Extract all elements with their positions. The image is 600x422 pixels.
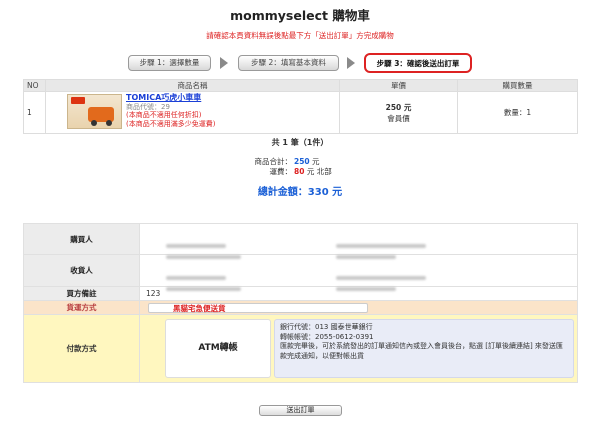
page-title: mommyselect 購物車 — [230, 8, 370, 23]
receiver-row: 收貨人 — [23, 254, 578, 291]
payment-method-row: 付款方式 ATM轉帳 銀行代號：013 國泰世華銀行 轉帳帳號：2055-061… — [23, 314, 578, 383]
confirm-notice: 請確認本頁資料無誤後點最下方「送出訂單」方完成購物 — [206, 31, 394, 40]
bank-note: 匯款完畢後，可於系統發出的訂單通知信內或登入會員後台，點選 [訂單後續連結] 來… — [280, 342, 563, 360]
item-price-note: 會員價 — [387, 113, 410, 123]
buyer-info-redacted — [139, 223, 578, 259]
grand-total: 總計金額：330 元 — [257, 187, 343, 198]
step-3: 步驟 3：確認後送出訂單 — [364, 53, 472, 73]
payment-method-cell: ATM轉帳 銀行代號：013 國泰世華銀行 轉帳帳號：2055-0612-039… — [139, 314, 578, 383]
item-price: 250 元 — [385, 102, 412, 112]
item-count: 共 1 筆（1件） — [271, 138, 329, 147]
shipping-method-cell: 黑貓宅急便送貨 — [139, 300, 578, 315]
cart-table: NO 商品名稱 單價 購買數量 1 TOMICA巧虎小車車 商品代號：29 (本… — [23, 79, 578, 134]
item-name-cell: TOMICA巧虎小車車 商品代號：29 (本商品不適用任何折扣) (本商品不適用… — [45, 91, 340, 134]
subtotal-unit: 元 — [309, 157, 320, 166]
receiver-info-redacted — [139, 254, 578, 291]
bank-account: 轉帳帳號：2055-0612-0391 — [280, 332, 374, 341]
buyer-note-row: 買方備註 123 — [23, 286, 578, 301]
shipping-method-label: 貨運方式 — [23, 300, 140, 315]
product-code: 商品代號：29 — [126, 102, 170, 111]
payment-method-label: 付款方式 — [23, 314, 140, 383]
payment-method-value: ATM轉帳 — [165, 319, 271, 378]
col-price-header: 單價 — [339, 79, 458, 92]
no-free-shipping-note: (本商品不適用滿多少免運費) — [126, 119, 216, 128]
wheel-icon — [106, 120, 112, 126]
col-qty-header: 購買數量 — [457, 79, 578, 92]
shipping-method-value: 黑貓宅急便送貨 — [148, 302, 368, 313]
order-info-table: 購買人 收貨人 買方備註 123 貨運方式 黑貓宅急便送貨 付款方式 ATM轉帳… — [23, 223, 578, 383]
col-no-header: NO — [23, 79, 46, 92]
wheel-icon — [91, 120, 97, 126]
shipping-fee-unit: 元 北部 — [304, 167, 332, 176]
buyer-label: 購買人 — [23, 223, 140, 255]
col-name-header: 商品名稱 — [45, 79, 340, 92]
table-row: 1 TOMICA巧虎小車車 商品代號：29 (本商品不適用任何折扣) (本商品不… — [23, 91, 578, 134]
no-discount-note: (本商品不適用任何折扣) — [126, 111, 202, 119]
shipping-fee-value: 80 — [294, 167, 305, 176]
step-2[interactable]: 步驟 2：填寫基本資料 — [238, 55, 339, 71]
buyer-note-label: 買方備註 — [23, 286, 140, 301]
item-qty: 數量：1 — [457, 91, 578, 134]
subtotal-value: 250 — [294, 157, 310, 166]
receiver-label: 收貨人 — [23, 254, 140, 287]
step-arrow-icon — [347, 57, 355, 69]
bank-info-box: 銀行代號：013 國泰世華銀行 轉帳帳號：2055-0612-0391 匯款完畢… — [274, 319, 574, 378]
bank-code: 銀行代號：013 國泰世華銀行 — [280, 323, 373, 331]
tomica-logo-icon — [71, 97, 85, 104]
item-no: 1 — [23, 91, 46, 134]
step-arrow-icon — [220, 57, 228, 69]
shipping-fee-label: 運費： — [269, 167, 293, 176]
checkout-steps: 步驟 1：選擇數量 步驟 2：填寫基本資料 步驟 3：確認後送出訂單 — [0, 52, 600, 74]
item-price-cell: 250 元 會員價 — [339, 91, 458, 134]
step-1[interactable]: 步驟 1：選擇數量 — [128, 55, 211, 71]
cart-header-row: NO 商品名稱 單價 購買數量 — [23, 79, 578, 92]
product-link[interactable]: TOMICA巧虎小車車 — [126, 93, 215, 103]
shipping-method-row: 貨運方式 黑貓宅急便送貨 — [23, 300, 578, 315]
product-image[interactable] — [67, 94, 122, 129]
buyer-row: 購買人 — [23, 223, 578, 259]
submit-order-button[interactable]: 送出訂單 — [259, 405, 342, 416]
